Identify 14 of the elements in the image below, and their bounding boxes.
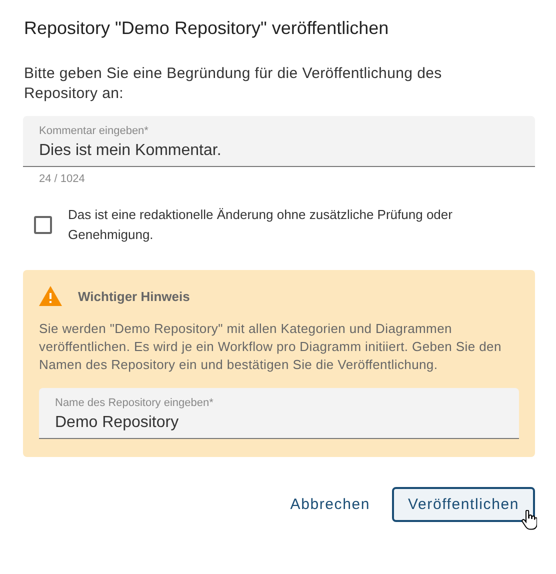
comment-input[interactable]: Dies ist mein Kommentar. <box>39 142 519 160</box>
repository-name-field[interactable]: Name des Repository eingeben* Demo Repository <box>39 388 519 439</box>
cancel-button[interactable]: Abbrechen <box>284 487 376 522</box>
notice-text: Sie werden "Demo Repository" mit allen Kategorien und Diagrammen veröffentlichen. Es wird je ein Workflow pro Diagramm initiiert. Geben Sie den Namen des Repository ein und bestätigen Sie die Veröffentlichung. <box>39 320 502 374</box>
warning-icon <box>39 286 62 306</box>
dialog-title: Repository "Demo Repository" veröffentlichen <box>24 18 390 39</box>
notice-title: Wichtiger Hinweis <box>78 288 190 304</box>
hand-cursor-icon <box>521 510 537 530</box>
comment-field[interactable]: Kommentar eingeben* Dies ist mein Kommentar. <box>23 116 535 167</box>
character-counter: 24 / 1024 <box>39 173 86 185</box>
repository-name-input[interactable]: Demo Repository <box>55 414 503 432</box>
checkbox-label: Das ist eine redaktionelle Änderung ohne zusätzliche Prüfung oder Genehmigung. <box>68 206 454 244</box>
description-text: Bitte geben Sie eine Begründung für die Veröffentlichung des Repository an: <box>24 64 443 104</box>
checkbox[interactable] <box>34 216 52 234</box>
